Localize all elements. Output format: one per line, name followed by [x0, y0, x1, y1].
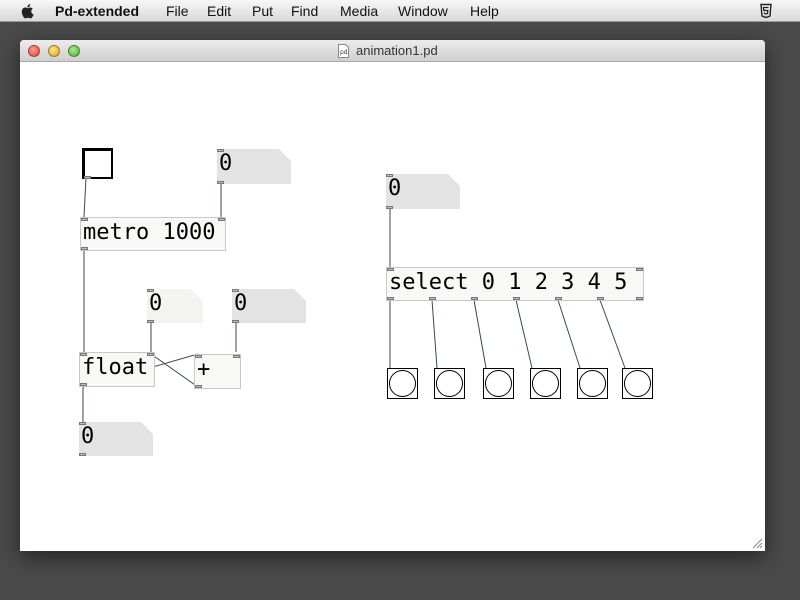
number-inlet: [217, 149, 224, 152]
menu-media[interactable]: Media: [340, 3, 378, 19]
menu-bar: Pd-extended File Edit Put Find Media Win…: [0, 0, 800, 22]
select-outlet-0: [387, 297, 394, 300]
app-menu[interactable]: Pd-extended: [55, 3, 139, 19]
toggle-outlet: [84, 176, 91, 179]
title-bar[interactable]: pd animation1.pd: [20, 40, 765, 62]
plus-left-inlet: [195, 355, 202, 358]
number-inlet: [386, 174, 393, 177]
metro-right-inlet: [218, 218, 225, 221]
close-button[interactable]: [28, 45, 40, 57]
bang-0[interactable]: [387, 368, 418, 399]
number-inlet: [79, 422, 86, 425]
menu-put[interactable]: Put: [252, 3, 273, 19]
menu-find[interactable]: Find: [291, 3, 318, 19]
select-right-inlet: [636, 268, 643, 271]
number-box-float-right[interactable]: 0: [147, 289, 203, 323]
bang-1[interactable]: [434, 368, 465, 399]
select-outlet-2: [471, 297, 478, 300]
number-value: 0: [149, 291, 163, 316]
select-outlet-1: [429, 297, 436, 300]
number-value: 0: [219, 151, 233, 176]
menu-file[interactable]: File: [166, 3, 189, 19]
select-left-inlet: [387, 268, 394, 271]
cord-select-bang-3: [515, 299, 533, 369]
metro-left-inlet: [81, 218, 88, 221]
float-left-inlet: [80, 353, 87, 356]
number-value: 0: [388, 176, 402, 201]
window-title: animation1.pd: [356, 43, 438, 58]
bang-circle: [436, 370, 463, 397]
number-box-metro-interval[interactable]: 0: [217, 149, 291, 184]
number-box-select-input[interactable]: 0: [386, 174, 460, 209]
plus-outlet: [195, 385, 202, 388]
float-right-inlet: [147, 353, 154, 356]
plus-text: +: [197, 357, 211, 382]
metro-object[interactable]: metro 1000: [80, 217, 226, 251]
plus-right-inlet: [233, 355, 240, 358]
number-outlet: [386, 206, 393, 209]
bang-circle: [389, 370, 416, 397]
zoom-button[interactable]: [68, 45, 80, 57]
cord-select-bang-1: [431, 299, 438, 369]
float-object[interactable]: float: [79, 352, 155, 387]
select-reject-outlet: [636, 297, 643, 300]
cord-select-bang-4: [557, 299, 581, 369]
bang-circle: [579, 370, 606, 397]
plus-object[interactable]: +: [194, 354, 241, 389]
toggle[interactable]: [82, 148, 113, 179]
bang-2[interactable]: [483, 368, 514, 399]
float-text: float: [82, 355, 149, 380]
number-inlet: [147, 289, 154, 292]
cord-select-bang-5: [599, 299, 626, 369]
bang-3[interactable]: [530, 368, 561, 399]
number-outlet: [232, 320, 239, 323]
float-outlet: [80, 383, 87, 386]
number-inlet: [232, 289, 239, 292]
bang-4[interactable]: [577, 368, 608, 399]
number-outlet: [147, 320, 154, 323]
select-outlet-4: [555, 297, 562, 300]
resize-grip-icon[interactable]: [751, 537, 763, 549]
accessibility-icon[interactable]: [758, 3, 774, 19]
select-outlet-3: [513, 297, 520, 300]
cord-toggle-metro: [83, 177, 87, 218]
bang-5[interactable]: [622, 368, 653, 399]
select-object[interactable]: select 0 1 2 3 4 5: [386, 267, 644, 301]
number-outlet: [79, 453, 86, 456]
menu-window[interactable]: Window: [398, 3, 448, 19]
number-outlet: [217, 181, 224, 184]
apple-icon[interactable]: [19, 2, 37, 20]
metro-text: metro 1000: [83, 220, 216, 245]
number-value: 0: [81, 424, 95, 449]
select-text: select 0 1 2 3 4 5: [389, 270, 628, 295]
menu-help[interactable]: Help: [470, 3, 499, 19]
bang-circle: [532, 370, 559, 397]
patch-canvas[interactable]: 0 metro 1000 0 0 float + 0 0 select 0 1 …: [20, 62, 765, 551]
select-outlet-5: [597, 297, 604, 300]
bang-circle: [485, 370, 512, 397]
cord-plus-float: [150, 353, 199, 388]
patch-cords: [82, 177, 626, 422]
menu-edit[interactable]: Edit: [207, 3, 231, 19]
cord-select-bang-2: [473, 299, 487, 369]
patch-window: pd animation1.pd 0 metro 1000 0 0 float …: [20, 40, 765, 551]
number-value: 0: [234, 291, 248, 316]
pd-document-icon: pd: [338, 44, 349, 58]
svg-text:pd: pd: [340, 49, 348, 56]
number-box-counter-output[interactable]: 0: [79, 422, 153, 456]
number-box-plus-right[interactable]: 0: [232, 289, 306, 323]
minimize-button[interactable]: [48, 45, 60, 57]
metro-outlet: [81, 247, 88, 250]
bang-circle: [624, 370, 651, 397]
